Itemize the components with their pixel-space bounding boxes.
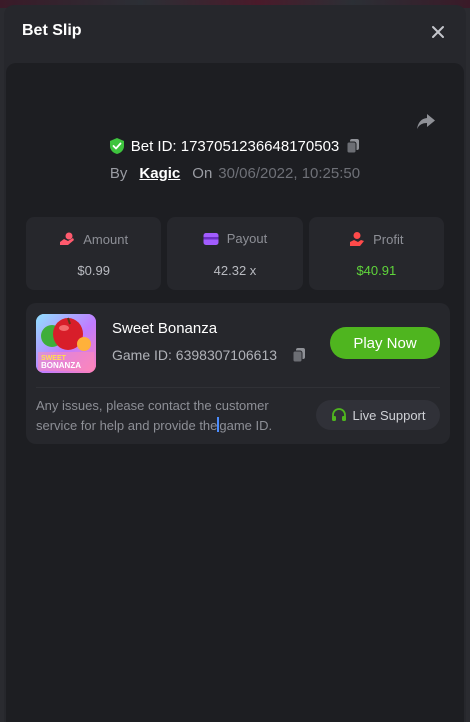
support-message-part-b: game ID. [219,418,273,433]
stat-payout: Payout 42.32 x [167,217,303,290]
share-icon[interactable] [414,109,438,133]
verified-shield-icon [109,137,125,155]
svg-text:BONANZA: BONANZA [41,361,81,370]
game-id: Game ID: 6398307106613 [112,347,278,363]
game-id-row: Game ID: 6398307106613 [112,347,307,363]
stat-value: $40.91 [356,263,397,278]
headset-icon [331,407,347,423]
modal-title: Bet Slip [22,22,82,39]
modal-header: Bet Slip [4,5,466,60]
live-support-label: Live Support [352,407,426,423]
wallet-icon [203,232,219,246]
game-name: Sweet Bonanza [112,320,218,337]
username-link[interactable]: Kagic [139,165,180,182]
copy-game-id-icon[interactable] [291,347,307,363]
close-icon[interactable] [428,22,448,42]
bet-stats: Amount $0.99 Payout 42.32 x Profit $40.9… [26,217,444,290]
play-now-button[interactable]: Play Now [330,327,440,359]
stat-amount: Amount $0.99 [26,217,162,290]
divider [36,387,440,388]
bet-id: Bet ID: 1737051236648170503 [130,137,340,155]
bet-details-panel: Bet ID: 1737051236648170503 By Kagic On … [6,63,464,722]
stat-label: Profit [373,231,404,247]
profit-hand-icon [349,231,365,247]
copy-bet-id-icon[interactable] [345,138,361,154]
stat-label: Payout [226,231,268,246]
stat-value: $0.99 [77,263,110,278]
bet-meta-row: By Kagic On 30/06/2022, 10:25:50 [6,162,464,184]
stat-profit: Profit $40.91 [308,217,444,290]
on-label: On [192,164,213,182]
game-thumbnail[interactable]: SWEET BONANZA [36,314,96,373]
game-card: SWEET BONANZA Sweet Bonanza Game ID: 639… [26,303,450,444]
by-label: By [109,164,128,182]
support-message: Any issues, please contact the customer … [36,396,306,436]
live-support-button[interactable]: Live Support [316,400,440,430]
stat-label: Amount [83,231,129,247]
bet-slip-modal: Bet Slip Bet ID: 1737051236648170503 By … [4,5,466,722]
stat-value: 42.32 x [213,263,257,278]
coin-hand-icon [59,231,75,247]
bet-id-row: Bet ID: 1737051236648170503 [6,135,464,157]
bet-datetime: 30/06/2022, 10:25:50 [218,164,361,182]
